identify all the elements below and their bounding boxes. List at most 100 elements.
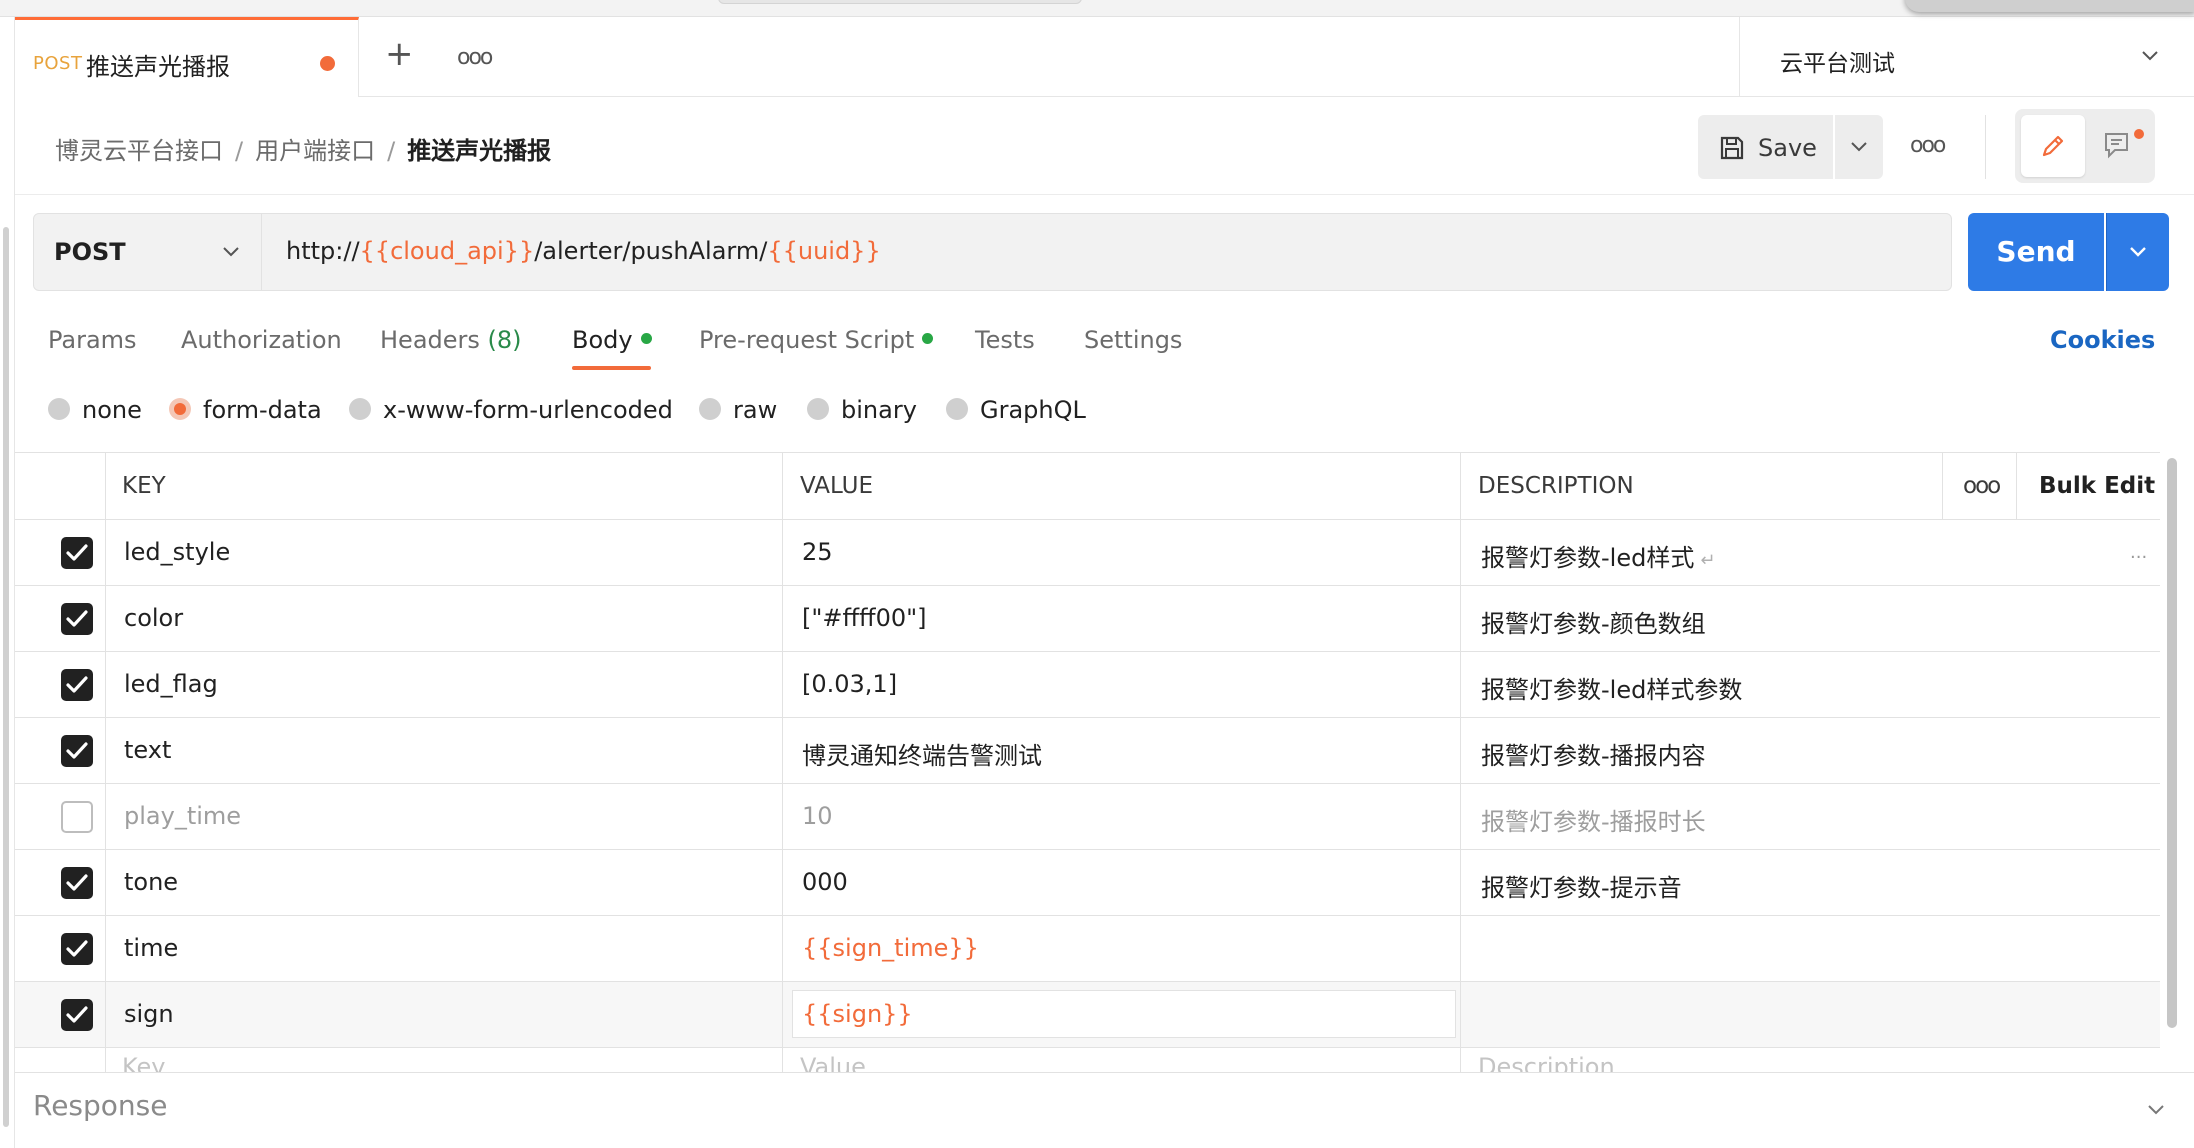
row-description-text: 报警灯参数-播报内容: [1481, 742, 1706, 770]
more-actions-icon[interactable]: ooo: [1910, 133, 1946, 158]
tab-authorization[interactable]: Authorization: [181, 326, 342, 354]
request-header: 博灵云平台接口 / 用户端接口 / 推送声光播报 Save ooo: [15, 97, 2194, 195]
row-description[interactable]: 报警灯参数-led样式 ↵: [1481, 538, 1715, 573]
tab-settings[interactable]: Settings: [1084, 326, 1182, 354]
checkbox-unchecked-icon[interactable]: [61, 801, 93, 833]
method-label: POST: [54, 238, 126, 266]
row-description[interactable]: 报警灯参数-播报时长: [1481, 802, 1706, 837]
row-value[interactable]: 25: [802, 538, 833, 566]
row-value[interactable]: 博灵通知终端告警测试: [802, 736, 1042, 771]
column-value: VALUE: [800, 473, 874, 499]
tab-tests[interactable]: Tests: [975, 326, 1035, 354]
row-description-text: 报警灯参数-led样式: [1481, 544, 1695, 572]
radio-x-www-form-urlencoded[interactable]: x-www-form-urlencoded: [349, 396, 673, 424]
column-divider: [105, 453, 106, 1073]
radio-graphql[interactable]: GraphQL: [946, 396, 1086, 424]
radio-form-data[interactable]: form-data: [169, 396, 322, 424]
left-scrollbar-thumb[interactable]: [3, 227, 9, 1127]
bulk-edit-button[interactable]: Bulk Edit: [2039, 473, 2155, 499]
headers-count: (8): [487, 326, 522, 354]
table-scrollbar-thumb[interactable]: [2167, 458, 2177, 1028]
checkbox-checked-icon[interactable]: [61, 999, 93, 1031]
row-value[interactable]: 000: [802, 868, 848, 896]
status-dot-icon: [922, 332, 934, 344]
column-key: KEY: [122, 473, 166, 499]
save-options-button[interactable]: [1835, 115, 1883, 179]
radio-label: form-data: [203, 396, 322, 424]
tab-headers[interactable]: Headers (8): [380, 326, 522, 354]
breadcrumb-folder[interactable]: 用户端接口: [255, 137, 375, 165]
column-divider: [1942, 453, 1943, 520]
row-description[interactable]: 报警灯参数-播报内容: [1481, 736, 1706, 771]
edit-mode-button[interactable]: [2021, 115, 2085, 177]
save-icon: [1720, 136, 1744, 160]
environment-select[interactable]: 云平台测试: [1739, 17, 2194, 97]
table-scrollbar[interactable]: [2165, 458, 2179, 1028]
row-value[interactable]: ["#ffff00"]: [802, 604, 927, 632]
tab-more-icon[interactable]: ooo: [457, 45, 493, 70]
checkbox-checked-icon[interactable]: [61, 867, 93, 899]
row-description[interactable]: 报警灯参数-led样式参数: [1481, 670, 1742, 705]
send-options-button[interactable]: [2106, 213, 2169, 291]
breadcrumb-separator: /: [387, 137, 396, 165]
checkbox-checked-icon[interactable]: [61, 537, 93, 569]
tab-params[interactable]: Params: [48, 326, 137, 354]
chevron-down-icon[interactable]: [2143, 1097, 2169, 1123]
table-more-icon[interactable]: ooo: [1963, 473, 2001, 499]
checkbox-checked-icon[interactable]: [61, 603, 93, 635]
method-select[interactable]: POST: [34, 214, 262, 290]
row-key[interactable]: time: [124, 934, 178, 962]
row-description[interactable]: 报警灯参数-颜色数组: [1481, 604, 1706, 639]
status-dot-icon: [640, 332, 652, 344]
radio-raw[interactable]: raw: [699, 396, 777, 424]
row-key[interactable]: led_flag: [124, 670, 218, 698]
radio-selected-icon: [169, 398, 191, 420]
checkbox-checked-icon[interactable]: [61, 735, 93, 767]
chevron-down-icon: [223, 247, 239, 257]
row-value[interactable]: 10: [802, 802, 833, 830]
radio-label: GraphQL: [980, 396, 1086, 424]
radio-icon: [807, 398, 829, 420]
comment-icon: [2105, 133, 2128, 159]
radio-label: none: [82, 396, 142, 424]
row-key[interactable]: tone: [124, 868, 178, 896]
response-panel[interactable]: Response: [15, 1072, 2194, 1148]
active-tab-indicator: [572, 366, 651, 370]
row-key[interactable]: sign: [124, 1000, 174, 1028]
tab-pre-request-script[interactable]: Pre-request Script: [699, 326, 934, 354]
url-variable[interactable]: {{cloud_api}}: [360, 237, 535, 265]
unsaved-dot-icon[interactable]: [320, 56, 335, 71]
column-divider: [2016, 453, 2017, 520]
tab-body[interactable]: Body: [572, 326, 652, 354]
tab-bar: POST 推送声光播报 + ooo 云平台测试: [15, 17, 2194, 97]
new-tab-button[interactable]: +: [385, 37, 414, 71]
breadcrumb-collection[interactable]: 博灵云平台接口: [55, 137, 223, 165]
chevron-down-icon: [2130, 247, 2146, 257]
row-key[interactable]: color: [124, 604, 183, 632]
row-value[interactable]: [0.03,1]: [802, 670, 897, 698]
row-value[interactable]: {{sign}}: [802, 1000, 913, 1028]
tab-body-label: Body: [572, 326, 633, 354]
row-key[interactable]: text: [124, 736, 171, 764]
row-key[interactable]: play_time: [124, 802, 241, 830]
radio-none[interactable]: none: [48, 396, 142, 424]
new-row-placeholder[interactable]: Key Value Description: [15, 1047, 2160, 1073]
url-input[interactable]: http://{{cloud_api}}/alerter/pushAlarm/{…: [286, 237, 881, 265]
radio-binary[interactable]: binary: [807, 396, 917, 424]
send-label: Send: [1996, 235, 2076, 268]
breadcrumb: 博灵云平台接口 / 用户端接口 / 推送声光播报: [55, 131, 551, 166]
row-value[interactable]: {{sign_time}}: [802, 934, 979, 962]
url-variable[interactable]: {{uuid}}: [767, 237, 880, 265]
checkbox-checked-icon[interactable]: [61, 933, 93, 965]
checkbox-checked-icon[interactable]: [61, 669, 93, 701]
save-button[interactable]: Save: [1698, 115, 1833, 179]
request-tab[interactable]: POST 推送声光播报: [15, 17, 359, 97]
row-description[interactable]: 报警灯参数-提示音: [1481, 868, 1682, 903]
row-key[interactable]: led_style: [124, 538, 230, 566]
cookies-link[interactable]: Cookies: [2050, 326, 2155, 354]
send-button[interactable]: Send: [1968, 213, 2104, 291]
breadcrumb-current[interactable]: 推送声光播报: [407, 137, 551, 165]
radio-icon: [946, 398, 968, 420]
expand-icon[interactable]: ...: [2130, 542, 2147, 563]
response-title: Response: [33, 1089, 168, 1122]
